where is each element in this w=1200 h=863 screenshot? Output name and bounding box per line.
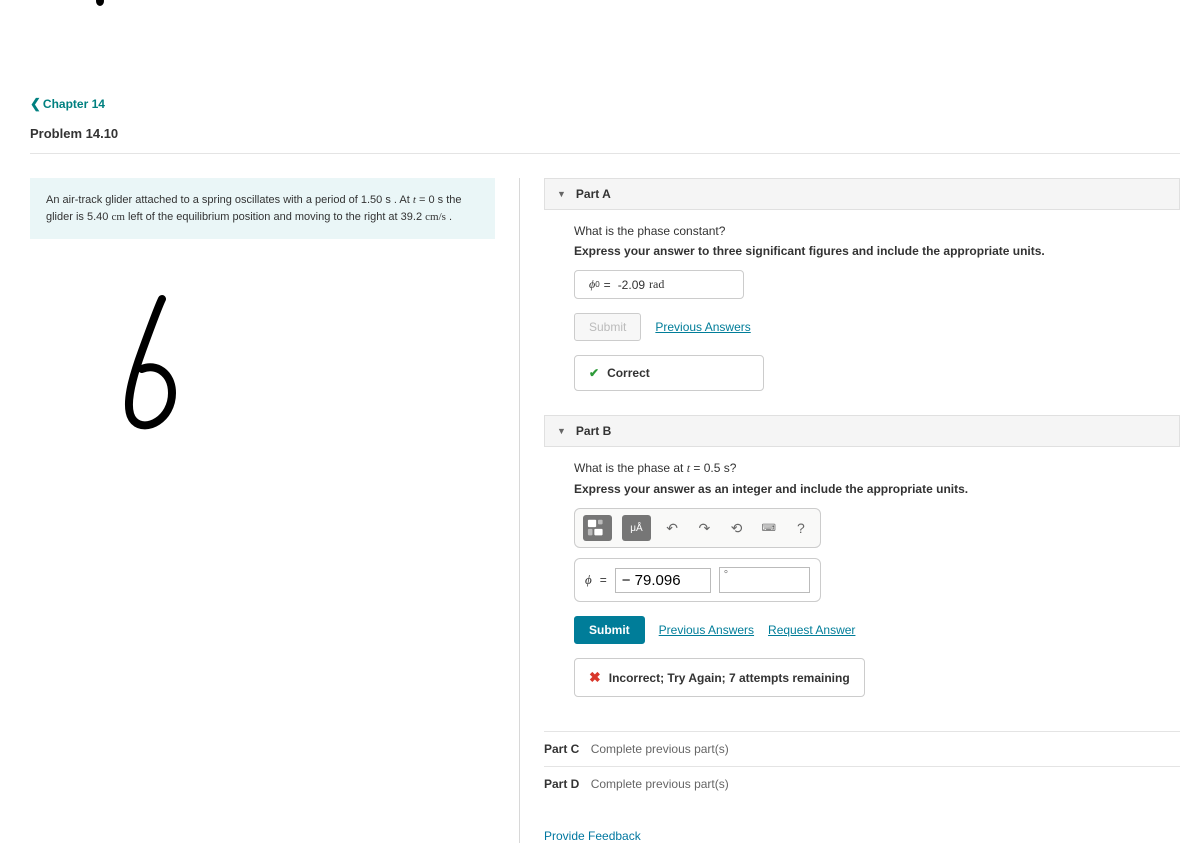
help-button[interactable]: ? [790, 516, 812, 540]
q-suffix: ? [730, 461, 737, 475]
part-a-value: -2.09 [618, 278, 645, 292]
part-b-submit-button[interactable]: Submit [574, 616, 645, 644]
redo-button[interactable]: ↷ [693, 516, 715, 540]
answer-toolbar: μÅ ↶ ↷ ⟲ ⌨ ? [574, 508, 821, 548]
check-icon: ✔ [589, 366, 599, 380]
part-b-feedback-text: Incorrect; Try Again; 7 attempts remaini… [609, 671, 850, 685]
handwriting-area [30, 239, 495, 539]
part-b-previous-answers-link[interactable]: Previous Answers [659, 623, 754, 637]
part-b-value-input[interactable] [615, 568, 711, 593]
back-link[interactable]: ❮ Chapter 14 [30, 96, 105, 112]
part-d-text: Complete previous part(s) [591, 777, 729, 791]
statement-suffix: . [446, 211, 452, 223]
units-tool-button[interactable]: μÅ [622, 515, 651, 541]
part-b-feedback: ✖ Incorrect; Try Again; 7 attempts remai… [574, 658, 865, 697]
statement-units: cm/s [425, 211, 446, 223]
template-grid-icon [587, 518, 609, 538]
part-b-title: Part B [576, 424, 611, 438]
part-d-label: Part D [544, 777, 579, 791]
part-a-hint: Express your answer to three significant… [574, 244, 1180, 258]
statement-prefix: An air-track glider attached to a spring… [46, 194, 413, 206]
phi-subscript: 0 [595, 280, 599, 289]
problem-statement: An air-track glider attached to a spring… [30, 178, 495, 239]
part-a-answer: ϕ0 = -2.09 rad [574, 270, 744, 299]
x-icon: ✖ [589, 669, 601, 686]
left-column: An air-track glider attached to a spring… [30, 178, 520, 843]
part-a-feedback-text: Correct [607, 366, 650, 380]
part-a-question: What is the phase constant? [574, 224, 1180, 238]
part-a-unit: rad [649, 277, 664, 292]
problem-title: Problem 14.10 [30, 126, 1180, 154]
part-c-row: Part C Complete previous part(s) [544, 731, 1180, 766]
part-b-request-answer-link[interactable]: Request Answer [768, 623, 855, 637]
provide-feedback-link[interactable]: Provide Feedback [544, 829, 641, 843]
part-b-unit-input[interactable] [719, 567, 810, 593]
part-c-label: Part C [544, 742, 579, 756]
part-a-title: Part A [576, 187, 611, 201]
reset-button[interactable]: ⟲ [725, 516, 747, 540]
phi-symbol: ϕ [585, 572, 592, 588]
part-a-submit-button: Submit [574, 313, 641, 341]
caret-down-icon: ▼ [557, 426, 566, 436]
part-b-header[interactable]: ▼ Part B [544, 415, 1180, 447]
keyboard-button[interactable]: ⌨ [758, 516, 780, 540]
part-b-hint: Express your answer as an integer and in… [574, 482, 1180, 496]
handwriting-glyph [90, 293, 200, 433]
part-d-row: Part D Complete previous part(s) [544, 766, 1180, 801]
template-tool-button[interactable] [583, 515, 612, 541]
caret-down-icon: ▼ [557, 189, 566, 199]
part-a-previous-answers-link[interactable]: Previous Answers [655, 320, 750, 334]
part-a-header[interactable]: ▼ Part A [544, 178, 1180, 210]
part-b-answer-entry: ϕ = [574, 558, 821, 602]
part-b-question: What is the phase at t = 0.5 s? [574, 461, 1180, 476]
undo-button[interactable]: ↶ [661, 516, 683, 540]
right-column: ▼ Part A What is the phase constant? Exp… [520, 178, 1180, 843]
equals: = [600, 573, 607, 587]
part-a-feedback: ✔ Correct [574, 355, 764, 391]
q-prefix: What is the phase at [574, 461, 687, 475]
chevron-left-icon: ❮ [30, 96, 41, 112]
back-link-label: Chapter 14 [43, 97, 105, 111]
part-c-text: Complete previous part(s) [591, 742, 729, 756]
